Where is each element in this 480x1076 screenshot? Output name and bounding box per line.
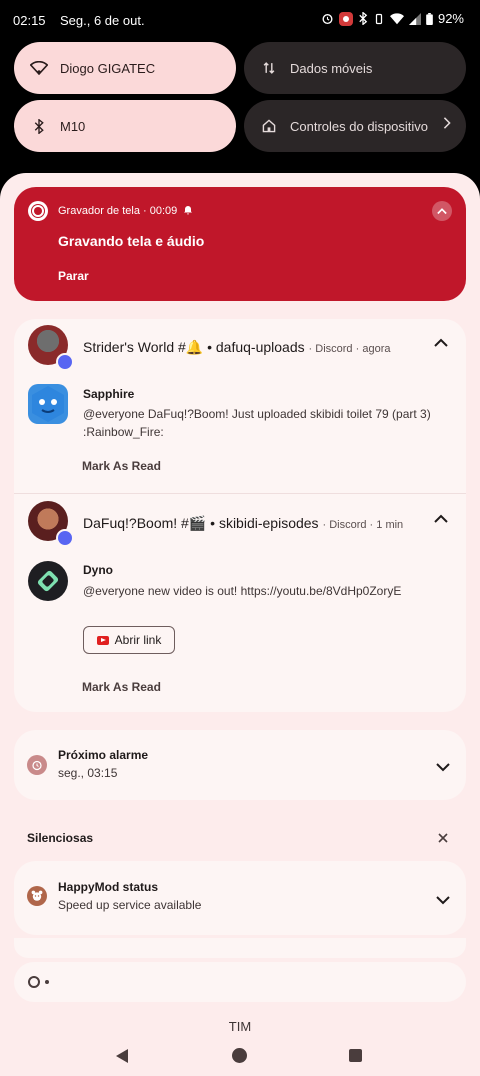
open-link-button[interactable]: Abrir link [83, 626, 175, 654]
sapphire-icon [32, 386, 64, 422]
status-time: 02:15 [13, 13, 46, 28]
message-text: @everyone new video is out! https://yout… [83, 584, 402, 598]
tile-mobile-data[interactable]: Dados móveis [244, 42, 466, 94]
navigation-bar [0, 1044, 480, 1068]
screen-recorder-notification[interactable]: Gravador de tela · 00:09 Gravando tela e… [14, 187, 466, 301]
recorder-title: Gravando tela e áudio [58, 233, 205, 249]
collapse-button[interactable] [432, 201, 452, 221]
happymod-notification[interactable]: HappyMod status Speed up service availab… [14, 861, 466, 935]
timestamp: agora [362, 343, 391, 355]
vibrate-icon [375, 13, 383, 24]
back-icon[interactable] [116, 1049, 128, 1063]
wifi-status-icon [389, 12, 404, 24]
divider [14, 493, 466, 494]
status-icons: 92% [321, 11, 464, 26]
home-button-icon[interactable] [232, 1048, 247, 1063]
recorder-app-line: Gravador de tela · 00:09 [58, 205, 193, 217]
bluetooth-icon [30, 117, 48, 135]
sender-name: Dyno [83, 563, 113, 577]
app-name: Discord [329, 519, 367, 531]
tile-wifi-label: Diogo GIGATEC [60, 60, 156, 76]
tile-bluetooth-label: M10 [60, 118, 86, 134]
status-bar: 02:15 Seg., 6 de out. 92% [0, 0, 480, 40]
sender-avatar [28, 561, 68, 601]
open-link-label: Abrir link [114, 633, 162, 647]
alarm-notification[interactable]: Próximo alarme seg., 03:15 [14, 730, 466, 800]
conversation-title: Strider's World #🔔 • dafuq-uploads · Dis… [83, 339, 391, 355]
recorder-elapsed: 00:09 [149, 205, 178, 217]
mark-as-read-button[interactable]: Mark As Read [82, 459, 161, 473]
chevron-down-icon[interactable] [436, 892, 450, 910]
conversation-title: DaFuq!?Boom! #🎬 • skibidi-episodes · Dis… [83, 515, 404, 531]
chevron-up-icon [434, 514, 448, 523]
tile-device-controls[interactable]: Controles do dispositivo [244, 100, 466, 152]
more-dot-icon [45, 980, 49, 984]
alarm-bell-icon [184, 206, 193, 215]
chevron-right-icon [442, 117, 452, 132]
carrier-label: TIM [228, 1019, 252, 1034]
stacked-notification-edge [14, 938, 466, 958]
home-icon [260, 117, 278, 135]
screen-record-icon [338, 11, 353, 26]
collapse-button[interactable] [434, 335, 450, 351]
bluetooth-icon [359, 12, 368, 25]
youtube-icon [96, 635, 109, 645]
recents-icon[interactable] [349, 1049, 362, 1062]
battery-level: 92% [437, 11, 464, 26]
sender-avatar [28, 384, 68, 424]
happymod-icon [27, 886, 47, 906]
alarm-title: Próximo alarme [58, 748, 149, 762]
screen-record-icon [28, 201, 48, 221]
discord-notification[interactable]: Strider's World #🔔 • dafuq-uploads · Dis… [14, 319, 466, 712]
discord-icon [56, 529, 74, 547]
screen-record-icon [28, 976, 40, 988]
app-name: Discord [315, 343, 353, 355]
message-text: @everyone DaFuq!?Boom! Just uploaded ski… [83, 407, 431, 439]
silent-section-label: Silenciosas [27, 831, 94, 845]
battery-icon [426, 12, 433, 25]
clear-silent-button[interactable] [438, 830, 448, 847]
chevron-down-icon[interactable] [436, 759, 450, 777]
tile-mobile-data-label: Dados móveis [290, 60, 373, 76]
recorder-app-name: Gravador de tela [58, 205, 140, 217]
chevron-up-icon [437, 208, 447, 215]
sender-name: Sapphire [83, 387, 135, 401]
tile-device-controls-label: Controles do dispositivo [290, 118, 429, 134]
alarm-icon [27, 755, 47, 775]
alarm-time: seg., 03:15 [58, 766, 118, 780]
signal-icon [408, 12, 421, 25]
conversation-name: Strider's World #🔔 • dafuq-uploads [83, 339, 305, 355]
dyno-icon [37, 570, 59, 592]
stop-button[interactable]: Parar [58, 269, 89, 283]
notification-icons-row[interactable] [14, 962, 466, 1002]
conversation-name: DaFuq!?Boom! #🎬 • skibidi-episodes [83, 515, 319, 531]
chevron-up-icon [434, 338, 448, 347]
discord-icon [56, 353, 74, 371]
mark-as-read-button[interactable]: Mark As Read [82, 680, 161, 694]
tile-bluetooth[interactable]: M10 [14, 100, 236, 152]
close-icon [438, 833, 448, 843]
alarm-icon [322, 14, 333, 25]
mobile-data-icon [260, 59, 278, 77]
collapse-button[interactable] [434, 511, 450, 527]
tile-wifi[interactable]: Diogo GIGATEC [14, 42, 236, 94]
happymod-title: HappyMod status [58, 880, 159, 894]
happymod-text: Speed up service available [58, 898, 202, 912]
wifi-icon [30, 59, 48, 77]
status-date: Seg., 6 de out. [60, 13, 145, 28]
timestamp: 1 min [376, 519, 404, 531]
